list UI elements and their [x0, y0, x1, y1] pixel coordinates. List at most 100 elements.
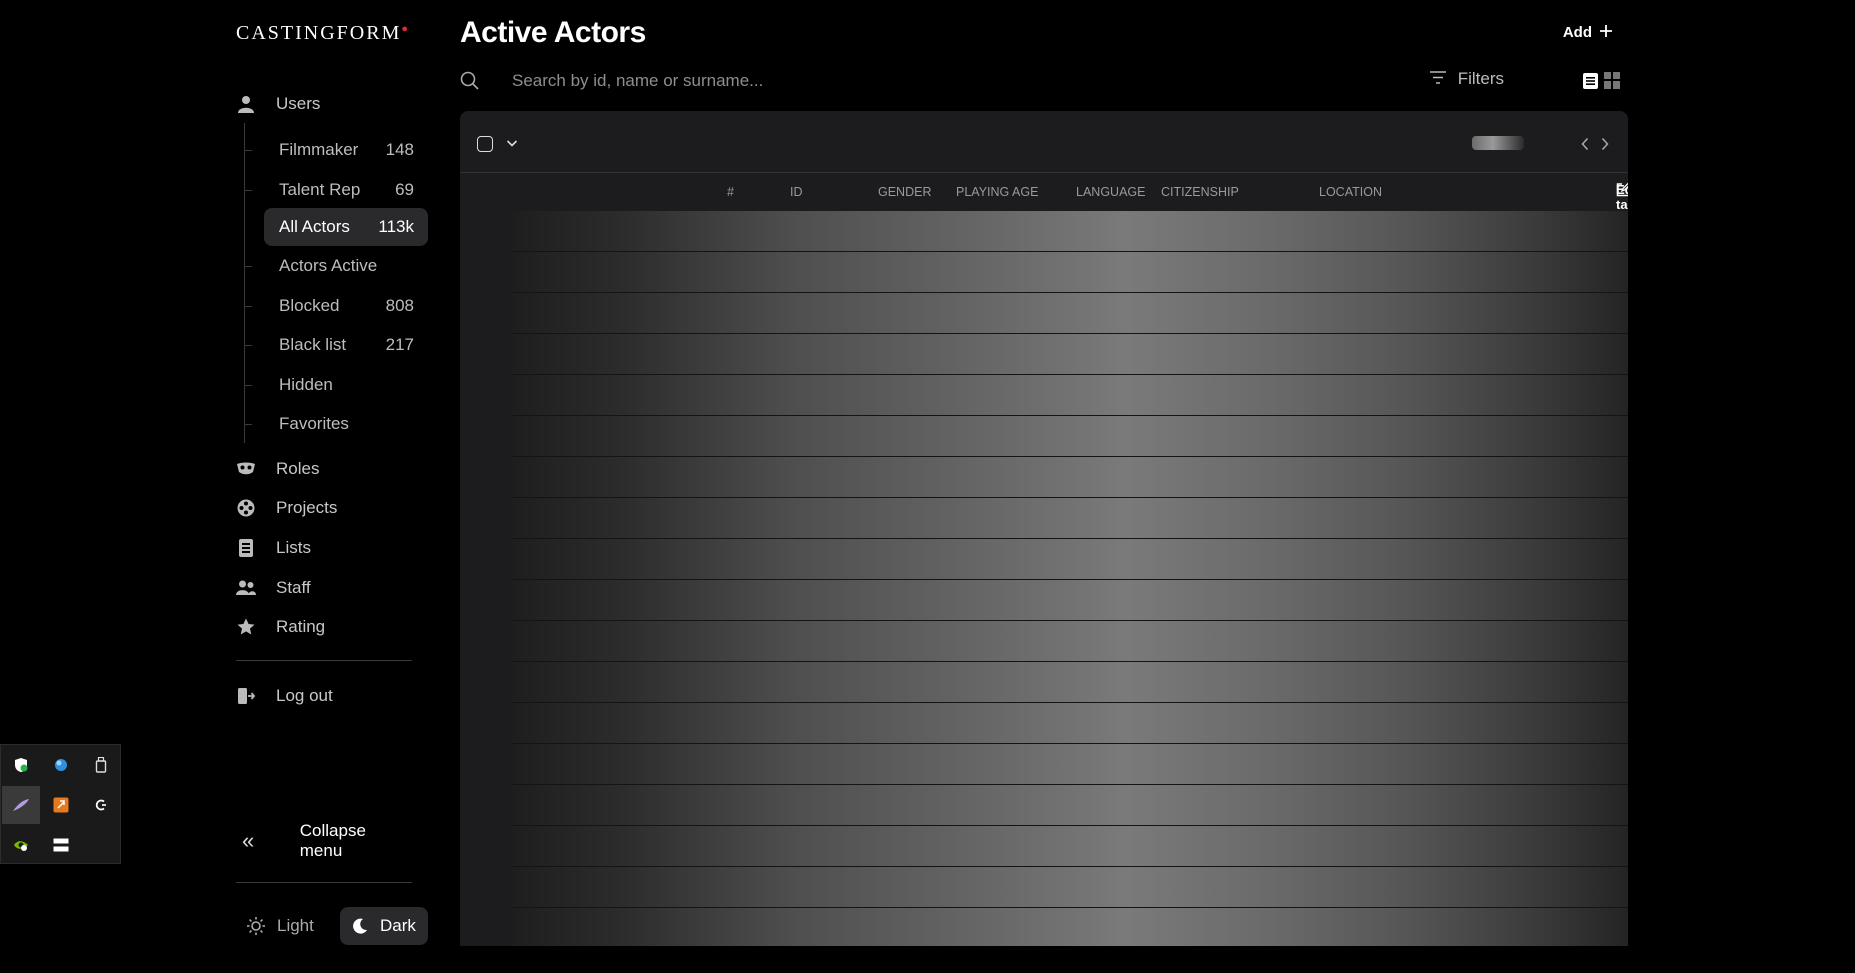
- sidebar-item-favorites[interactable]: Favorites: [244, 405, 428, 443]
- main-content: Active Actors Add Filters: [460, 0, 1628, 973]
- sidebar-item-count: 808: [385, 296, 414, 315]
- table-row-skeleton: [512, 334, 1628, 375]
- table-row-skeleton: [512, 252, 1628, 293]
- collapse-menu-button[interactable]: « Collapse menu: [236, 821, 412, 860]
- table-row-skeleton: [512, 908, 1628, 946]
- table-row-skeleton: [512, 744, 1628, 785]
- film-reel-icon: [236, 498, 256, 518]
- sidebar-item-hidden[interactable]: Hidden: [244, 366, 428, 404]
- sidebar-item-label: Talent Rep: [279, 180, 361, 199]
- column-header[interactable]: GENDER: [878, 185, 931, 199]
- grid-view-icon[interactable]: [1604, 72, 1620, 94]
- add-label: Add: [1562, 24, 1592, 41]
- sidebar: CASTINGFORM● Users Filmmaker 148 Talent R…: [236, 0, 428, 973]
- sidebar-item-label: Filmmaker: [279, 140, 359, 159]
- logo-text: CASTINGFORM: [236, 22, 402, 44]
- column-header[interactable]: ID: [790, 185, 803, 199]
- nav-projects-label: Projects: [276, 498, 338, 517]
- chevron-right-icon[interactable]: [1600, 137, 1610, 156]
- nav-users-label: Users: [276, 94, 321, 113]
- column-header[interactable]: CITIZENSHIP: [1161, 185, 1239, 199]
- table-body-loading: [512, 211, 1628, 946]
- nav-staff[interactable]: Staff: [236, 572, 311, 604]
- table-row-skeleton: [512, 293, 1628, 334]
- theme-dark-button[interactable]: Dark: [340, 907, 428, 945]
- chevron-down-icon[interactable]: [506, 135, 518, 156]
- usb-drive-icon[interactable]: [82, 746, 120, 784]
- list-icon: [236, 538, 256, 558]
- nav-staff-label: Staff: [276, 578, 311, 597]
- table-header: # ID GENDER PLAYING AGE LANGUAGE CITIZEN…: [460, 182, 1628, 212]
- table-row-skeleton: [512, 211, 1628, 252]
- divider: [236, 660, 412, 661]
- nav-projects[interactable]: Projects: [236, 492, 337, 524]
- star-icon: [236, 617, 256, 637]
- table-row-skeleton: [512, 457, 1628, 498]
- nav-lists[interactable]: Lists: [236, 532, 311, 564]
- app-orange-icon[interactable]: [42, 786, 80, 824]
- nav-logout[interactable]: Log out: [236, 680, 333, 712]
- table-row-skeleton: [512, 826, 1628, 867]
- globe-icon[interactable]: [42, 746, 80, 784]
- nvidia-icon[interactable]: [2, 826, 40, 864]
- table-row-skeleton: [512, 662, 1628, 703]
- table-row-skeleton: [512, 580, 1628, 621]
- theme-switch: Light Dark: [236, 907, 428, 945]
- sidebar-item-label: Actors Active: [279, 256, 378, 275]
- sidebar-item-all-actors[interactable]: All Actors 113k: [264, 208, 428, 246]
- sidebar-item-count: 148: [385, 140, 414, 159]
- sidebar-item-filmmaker[interactable]: Filmmaker 148: [244, 131, 428, 169]
- sidebar-item-label: Favorites: [279, 414, 349, 433]
- sidebar-item-actors-active[interactable]: Actors Active: [244, 247, 428, 285]
- divider: [236, 882, 412, 883]
- sidebar-item-count: 217: [385, 335, 414, 354]
- system-tray-overflow: [0, 744, 121, 864]
- sidebar-item-count: 69: [395, 180, 414, 199]
- shield-icon[interactable]: [2, 746, 40, 784]
- filter-icon: [1429, 69, 1446, 89]
- table-toolbar: [460, 111, 1628, 173]
- sidebar-item-label: Black list: [279, 335, 347, 354]
- page-title: Active Actors: [460, 16, 646, 49]
- list-view-icon[interactable]: [1583, 73, 1598, 94]
- table-row-skeleton: [512, 621, 1628, 662]
- nav-rating[interactable]: Rating: [236, 611, 325, 643]
- app-root: CASTINGFORM● Users Filmmaker 148 Talent R…: [0, 0, 1855, 973]
- logo-dot: ●: [401, 23, 411, 35]
- logo[interactable]: CASTINGFORM●: [236, 22, 410, 45]
- select-all-checkbox[interactable]: [477, 136, 493, 152]
- sidebar-item-label: Blocked: [279, 296, 340, 315]
- sidebar-item-black-list[interactable]: Black list 217: [244, 326, 428, 364]
- sidebar-item-blocked[interactable]: Blocked 808: [244, 287, 428, 325]
- chevron-left-icon[interactable]: [1580, 137, 1590, 156]
- table-row-skeleton: [512, 703, 1628, 744]
- table-row-skeleton: [512, 539, 1628, 580]
- nav-users[interactable]: Users: [236, 88, 320, 120]
- sun-icon: [247, 917, 265, 935]
- column-header[interactable]: #: [727, 185, 734, 199]
- feather-icon[interactable]: [2, 786, 40, 824]
- theme-light-button[interactable]: Light: [236, 907, 340, 945]
- filters-button[interactable]: Filters: [1429, 69, 1504, 89]
- sidebar-item-label: Hidden: [279, 375, 333, 394]
- double-chevron-left-icon: «: [242, 828, 255, 853]
- column-header[interactable]: LOCATION: [1319, 185, 1382, 199]
- table-row-skeleton: [512, 785, 1628, 826]
- nav-rating-label: Rating: [276, 617, 326, 636]
- column-header[interactable]: PLAYING AGE: [956, 185, 1038, 199]
- logitech-icon[interactable]: [82, 786, 120, 824]
- table-row-skeleton: [512, 867, 1628, 908]
- search-input[interactable]: [512, 68, 1212, 94]
- window-icon[interactable]: [42, 826, 80, 864]
- edit-icon: [1616, 182, 1628, 200]
- sidebar-item-talent-rep[interactable]: Talent Rep 69: [244, 171, 428, 209]
- add-button[interactable]: Add: [1563, 24, 1612, 41]
- table-row-skeleton: [512, 416, 1628, 457]
- collapse-menu-label: Collapse menu: [299, 821, 366, 860]
- search-icon: [460, 71, 479, 95]
- plus-icon: [1600, 24, 1612, 41]
- table-row-skeleton: [512, 375, 1628, 416]
- column-header[interactable]: LANGUAGE: [1076, 185, 1145, 199]
- nav-roles[interactable]: Roles: [236, 453, 319, 485]
- mask-icon: [236, 459, 256, 479]
